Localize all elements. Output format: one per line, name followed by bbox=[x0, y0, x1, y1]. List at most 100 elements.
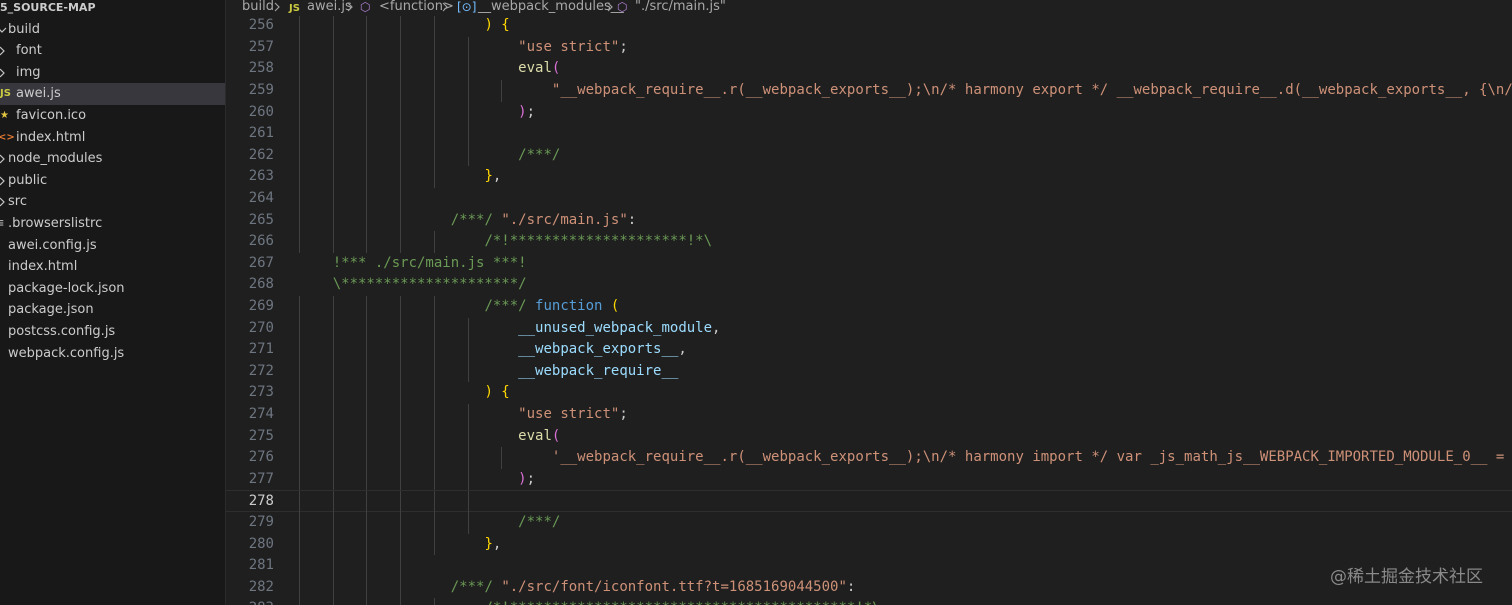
indent-guide bbox=[299, 512, 300, 534]
indent-guide bbox=[332, 533, 334, 556]
line-number: 276 bbox=[248, 449, 274, 466]
indent-guide bbox=[433, 36, 435, 59]
indent-guide bbox=[332, 317, 334, 340]
code-token: ; bbox=[526, 103, 536, 120]
code-line[interactable]: 259 "__webpack_require__.r(__webpack_expo… bbox=[226, 80, 1512, 102]
code-line[interactable]: 262 /***/ bbox=[226, 144, 1512, 167]
sidebar-item[interactable]: package-lock.json bbox=[0, 278, 225, 300]
code-token: "use strict" bbox=[518, 38, 620, 55]
indent-guide bbox=[501, 447, 503, 469]
chevron-right-icon bbox=[607, 2, 613, 12]
code-line[interactable]: 282 /***/ "./src/font/iconfont.ttf?t=1685… bbox=[226, 576, 1512, 599]
sidebar-item[interactable]: ★ favicon.ico bbox=[0, 105, 225, 127]
code-line[interactable]: 269 /***/ function ( bbox=[226, 296, 1512, 318]
indent-guide bbox=[299, 231, 300, 253]
sidebar-item[interactable]: <>index.html bbox=[0, 127, 225, 149]
code-line[interactable]: 280}, bbox=[226, 533, 1512, 556]
code-line[interactable]: 267 !*** ./src/main.js ***! bbox=[226, 253, 1512, 275]
indent-guide bbox=[332, 188, 334, 210]
code-token: "./src/main.js" bbox=[501, 211, 628, 228]
breadcrumb-item[interactable]: "./src/main.js" bbox=[635, 0, 726, 16]
code-line[interactable]: 279 /***/ bbox=[226, 512, 1512, 534]
code-line[interactable]: 265 /***/ "./src/main.js": bbox=[226, 209, 1512, 232]
indent-guide bbox=[366, 404, 368, 426]
indent-guide bbox=[433, 123, 435, 145]
indent-guide bbox=[332, 339, 334, 361]
indent-guide bbox=[332, 231, 334, 253]
sidebar-item[interactable]: build bbox=[0, 19, 225, 41]
breadcrumb-item[interactable]: __webpack_modules__ bbox=[478, 0, 624, 16]
sidebar-item[interactable]: public bbox=[0, 170, 225, 192]
sidebar-item[interactable]: src bbox=[0, 191, 225, 213]
indent-guide bbox=[299, 360, 300, 383]
code-line[interactable]: 258 eval( bbox=[226, 58, 1512, 80]
indent-guide bbox=[433, 231, 435, 253]
code-line[interactable]: 277); bbox=[226, 468, 1512, 491]
code-line[interactable]: 271 __webpack_exports__, bbox=[226, 339, 1512, 361]
sidebar-item[interactable]: img bbox=[0, 62, 225, 84]
indent-guide bbox=[400, 166, 402, 188]
code-line[interactable]: 266 /*!*********************!*\ bbox=[226, 231, 1512, 253]
indent-guide bbox=[366, 533, 368, 556]
indent-guide bbox=[400, 209, 402, 232]
code-line[interactable]: 278 bbox=[226, 490, 1512, 513]
chevron-right-icon bbox=[0, 197, 5, 207]
code-line[interactable]: 274 "use strict"; bbox=[226, 404, 1512, 426]
indent-guide bbox=[400, 491, 402, 513]
code-line[interactable]: 260); bbox=[226, 101, 1512, 124]
code-line[interactable]: 275 eval( bbox=[226, 425, 1512, 448]
sidebar-item[interactable]: webpack.config.js bbox=[0, 343, 225, 365]
code-line[interactable]: 261 bbox=[226, 123, 1512, 145]
indent-guide bbox=[299, 404, 300, 426]
code-line[interactable]: 272 __webpack_require__ bbox=[226, 360, 1512, 383]
indent-guide bbox=[400, 144, 402, 167]
code-text: /***/ "./src/main.js": bbox=[451, 210, 636, 232]
sidebar-item-label: index.html bbox=[8, 259, 78, 275]
sidebar-item[interactable]: JS awei.js bbox=[0, 83, 225, 105]
indent-guide bbox=[400, 80, 402, 102]
sidebar-item[interactable]: package.json bbox=[0, 299, 225, 321]
sidebar-item[interactable]: postcss.config.js bbox=[0, 321, 225, 343]
indent-guide bbox=[400, 36, 402, 59]
indent-guide bbox=[467, 468, 469, 491]
code-text: /***/ function ( bbox=[484, 296, 619, 318]
code-line[interactable]: 264 bbox=[226, 188, 1512, 210]
indent-guide bbox=[400, 404, 402, 426]
indent-guide bbox=[366, 101, 368, 124]
code-line[interactable]: 283 /*!**********************************… bbox=[226, 598, 1512, 605]
sidebar-item[interactable]: font bbox=[0, 40, 225, 62]
code-token: __unused_webpack_module bbox=[518, 319, 713, 336]
code-token: __webpack_exports__ bbox=[518, 341, 679, 358]
code-line[interactable]: 270 __unused_webpack_module, bbox=[226, 317, 1512, 340]
code-token: ) bbox=[518, 103, 527, 120]
sidebar-item[interactable]: index.html bbox=[0, 256, 225, 278]
code-line[interactable]: 263}, bbox=[226, 166, 1512, 188]
code-line[interactable]: 273) { bbox=[226, 382, 1512, 404]
explorer-root-folder[interactable]: 5_SOURCE-MAP bbox=[0, 0, 225, 19]
line-number: 273 bbox=[248, 384, 274, 401]
code-line[interactable]: 281 bbox=[226, 555, 1512, 577]
indent-guide bbox=[366, 144, 368, 167]
breadcrumb-item[interactable]: build bbox=[242, 0, 274, 16]
code-line[interactable]: 257 "use strict"; bbox=[226, 36, 1512, 59]
indent-guide bbox=[366, 188, 368, 210]
variable-icon: [⊙] bbox=[457, 0, 477, 14]
indent-guide bbox=[332, 491, 334, 513]
code-text: __webpack_exports__, bbox=[518, 339, 687, 361]
sidebar-item[interactable]: ≡.browserslistrc bbox=[0, 213, 225, 235]
line-number: 275 bbox=[248, 427, 274, 444]
indent-guide bbox=[299, 317, 300, 340]
indent-guide bbox=[433, 533, 435, 556]
indent-guide bbox=[332, 468, 334, 491]
config-file-icon: ≡ bbox=[0, 216, 4, 232]
code-text: /*!*************************************… bbox=[484, 598, 880, 605]
indent-guide bbox=[433, 16, 435, 37]
sidebar-item[interactable]: awei.config.js bbox=[0, 235, 225, 257]
code-line[interactable]: 268 \*********************/ bbox=[226, 274, 1512, 296]
code-line[interactable]: 276 '__webpack_require__.r(__webpack_expo… bbox=[226, 447, 1512, 469]
sidebar-item[interactable]: node_modules bbox=[0, 148, 225, 170]
indent-guide bbox=[366, 36, 368, 59]
code-line[interactable]: 256) { bbox=[226, 16, 1512, 37]
code-editor[interactable]: 256) {257 "use strict"; 258 eval(259 "__webp… bbox=[226, 16, 1512, 605]
